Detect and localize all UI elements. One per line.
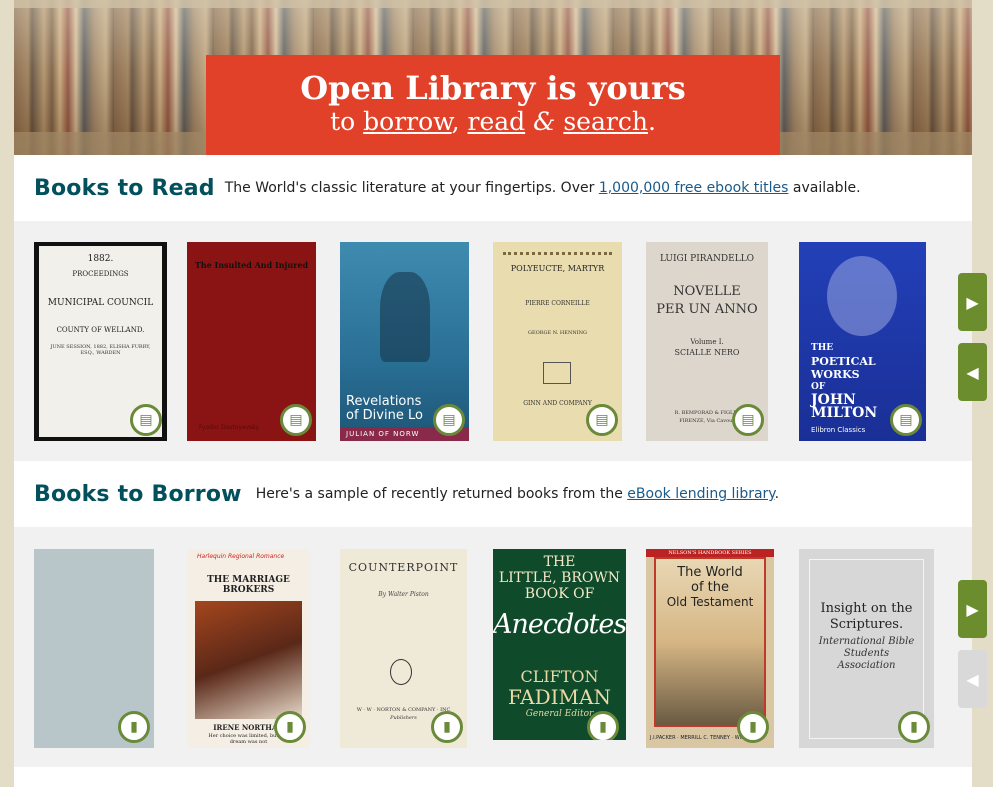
book-cover[interactable]: The Insulted And Injured Fyodor Dostoyev… [187,242,316,441]
book-cover[interactable]: ▮ [34,549,154,748]
books-to-read-carousel: 1882. PROCEEDINGS MUNICIPAL COUNCIL COUN… [14,221,972,461]
read-badge[interactable]: ▤ [890,404,922,436]
book-icon: ▮ [910,719,918,735]
read-badge[interactable]: ▤ [130,404,162,436]
read-carousel-next-button[interactable]: ▶ [958,273,987,331]
book-icon: ▮ [749,719,757,735]
read-badge[interactable]: ▤ [732,404,764,436]
free-ebook-titles-link[interactable]: 1,000,000 free ebook titles [599,180,789,196]
book-cover[interactable]: POLYEUCTE, MARTYR PIERRE CORNEILLE GEORG… [493,242,622,441]
borrow-carousel-next-button[interactable]: ▶ [958,580,987,638]
hero-banner-image: Open Library is yours to borrow, read & … [14,0,972,155]
book-cover[interactable]: Insight on the Scriptures. International… [799,549,934,748]
ebook-lending-library-link[interactable]: eBook lending library [627,486,774,502]
borrow-badge[interactable]: ▮ [898,711,930,743]
open-book-icon: ▤ [741,412,755,428]
book-cover[interactable]: Harlequin Regional Romance THE MARRIAGE … [187,549,310,748]
book-icon: ▮ [286,719,294,735]
books-to-borrow-carousel: ▮ Harlequin Regional Romance THE MARRIAG… [14,527,972,767]
hero-banner: Open Library is yours to borrow, read & … [206,55,780,155]
book-cover[interactable]: Revelations of Divine Lo JULIAN OF NORW … [340,242,469,441]
books-to-borrow-title: Books to Borrow [34,481,242,507]
hero-subtitle: to borrow, read & search. [330,107,656,136]
open-book-icon: ▤ [442,412,456,428]
books-to-borrow-header: Books to Borrow Here's a sample of recen… [14,461,972,527]
book-icon: ▮ [443,719,451,735]
borrow-carousel-prev-button[interactable]: ◀ [958,650,987,708]
book-cover[interactable]: NELSON'S HANDBOOK SERIES The World of th… [646,549,774,748]
book-cover[interactable]: THE LITTLE, BROWN BOOK OF Anecdotes CLIF… [493,549,626,740]
book-cover[interactable]: COUNTERPOINT By Walter Piston W · W · NO… [340,549,467,748]
read-badge[interactable]: ▤ [280,404,312,436]
page: Open Library is yours to borrow, read & … [14,0,972,787]
hero-title: Open Library is yours [300,69,686,107]
books-to-read-description: The World's classic literature at your f… [224,180,861,196]
book-cover[interactable]: THE POETICAL WORKS OF JOHN MILTON Elibro… [799,242,926,441]
book-icon: ▮ [130,719,138,735]
arrow-right-icon: ▶ [966,599,979,619]
borrow-badge[interactable]: ▮ [274,711,306,743]
borrow-link[interactable]: borrow [363,107,451,136]
books-to-read-title: Books to Read [34,175,215,201]
books-to-read-header: Books to Read The World's classic litera… [14,155,972,221]
open-book-icon: ▤ [289,412,303,428]
borrow-badge[interactable]: ▮ [118,711,150,743]
search-link[interactable]: search [563,107,648,136]
arrow-right-icon: ▶ [966,292,979,312]
open-book-icon: ▤ [595,412,609,428]
book-cover[interactable]: 1882. PROCEEDINGS MUNICIPAL COUNCIL COUN… [34,242,167,441]
read-link[interactable]: read [468,107,526,136]
read-badge[interactable]: ▤ [586,404,618,436]
borrow-badge[interactable]: ▮ [587,711,619,740]
read-carousel-prev-button[interactable]: ◀ [958,343,987,401]
book-icon: ▮ [599,719,607,735]
open-book-icon: ▤ [139,412,153,428]
read-badge[interactable]: ▤ [433,404,465,436]
borrow-badge[interactable]: ▮ [431,711,463,743]
open-book-icon: ▤ [899,412,913,428]
books-to-borrow-description: Here's a sample of recently returned boo… [255,486,780,502]
arrow-left-icon: ◀ [966,669,979,689]
borrow-badge[interactable]: ▮ [737,711,769,743]
book-cover[interactable]: LUIGI PIRANDELLO NOVELLE PER UN ANNO Vol… [646,242,768,441]
arrow-left-icon: ◀ [966,362,979,382]
